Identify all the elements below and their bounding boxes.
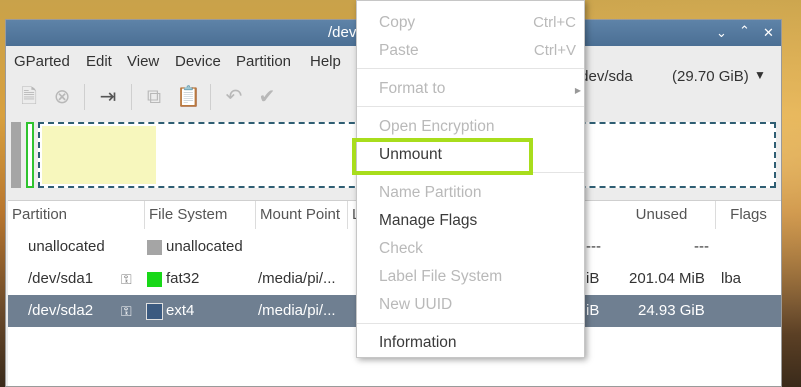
menu-item-open-encryption[interactable]: Open Encryption — [379, 118, 494, 136]
menu-item-copy[interactable]: Copy — [379, 14, 415, 32]
dropdown-arrow-icon: ▼ — [754, 68, 766, 82]
mount-point: /media/pi/... — [258, 302, 336, 319]
used: iB — [586, 270, 600, 287]
column-header-mount-point[interactable]: Mount Point — [256, 201, 348, 229]
menu-item-name-partition[interactable]: Name Partition — [379, 184, 482, 202]
menu-item-manage-flags[interactable]: Manage Flags — [379, 212, 477, 230]
key-icon: ⚿ — [121, 271, 132, 287]
mount-point: /media/pi/... — [258, 270, 336, 287]
menu-item-label-file-system[interactable]: Label File System — [379, 268, 502, 286]
file-system: ext4 — [166, 302, 195, 319]
close-icon[interactable]: ✕ — [763, 25, 774, 41]
copy-shortcut: Ctrl+C — [533, 14, 576, 31]
menu-view[interactable]: View — [127, 53, 159, 70]
toolbar-separator — [131, 84, 132, 110]
resize-move-icon[interactable]: ⇥ — [97, 86, 119, 108]
sda1-segment[interactable] — [26, 122, 34, 188]
column-header-unused[interactable]: Unused — [608, 201, 716, 229]
partition-name: /dev/sda2 — [28, 302, 94, 319]
unused: 201.04 MiB — [629, 270, 705, 287]
used: iB — [586, 302, 600, 319]
menu-device[interactable]: Device — [175, 53, 221, 70]
partition-name: /dev/sda1 — [28, 270, 94, 287]
key-icon: ⚿ — [121, 303, 132, 319]
device-selector[interactable]: /dev/sda (29.70 GiB) ▼ — [576, 63, 771, 91]
undo-icon[interactable]: ↶ — [223, 86, 245, 108]
used: --- — [586, 238, 601, 255]
menu-item-check[interactable]: Check — [379, 240, 423, 258]
unused: 24.93 GiB — [638, 302, 705, 319]
unallocated-segment[interactable] — [11, 122, 21, 188]
copy-icon[interactable]: ⧉ — [143, 86, 165, 108]
unmount-highlight-box — [352, 138, 533, 175]
menu-item-new-uuid[interactable]: New UUID — [379, 296, 452, 314]
window-title: /dev — [328, 24, 357, 41]
submenu-arrow-icon: ▶ — [574, 86, 581, 95]
menu-help[interactable]: Help — [310, 53, 341, 70]
device-size: (29.70 GiB) — [672, 68, 749, 85]
menu-item-paste[interactable]: Paste — [379, 42, 419, 60]
menu-partition[interactable]: Partition — [236, 53, 291, 70]
partition-name: unallocated — [28, 238, 105, 255]
menu-separator — [357, 323, 584, 324]
toolbar-separator — [84, 84, 85, 110]
chevron-down-icon[interactable]: ⌄ — [716, 25, 727, 41]
column-header-flags[interactable]: Flags — [716, 201, 781, 229]
partition-context-menu: Copy Ctrl+C Paste Ctrl+V Format to ▶ Ope… — [356, 0, 585, 358]
paste-icon[interactable]: 📋 — [176, 86, 201, 108]
fs-color-swatch — [147, 272, 162, 287]
apply-icon[interactable]: ✔ — [256, 86, 278, 108]
delete-icon[interactable]: ⊗ — [51, 86, 73, 108]
file-system: unallocated — [166, 238, 243, 255]
unused: --- — [694, 238, 709, 255]
fs-color-swatch — [147, 240, 162, 255]
new-partition-icon[interactable]: 🗎 — [18, 86, 40, 108]
toolbar-separator — [210, 84, 211, 110]
menu-separator — [357, 68, 584, 69]
file-system: fat32 — [166, 270, 200, 287]
paste-shortcut: Ctrl+V — [533, 42, 576, 59]
column-header-file-system[interactable]: File System — [145, 201, 256, 229]
sda2-used-space — [42, 126, 156, 184]
menu-separator — [357, 106, 584, 107]
column-header-partition[interactable]: Partition — [8, 201, 145, 229]
menu-item-information[interactable]: Information — [379, 334, 457, 352]
menu-item-format-to[interactable]: Format to — [379, 80, 445, 98]
flags: lba — [721, 270, 742, 287]
chevron-up-icon[interactable]: ⌃ — [739, 23, 750, 39]
menu-gparted[interactable]: GParted — [14, 53, 70, 70]
menu-edit[interactable]: Edit — [86, 53, 112, 70]
fs-color-swatch — [146, 303, 163, 320]
